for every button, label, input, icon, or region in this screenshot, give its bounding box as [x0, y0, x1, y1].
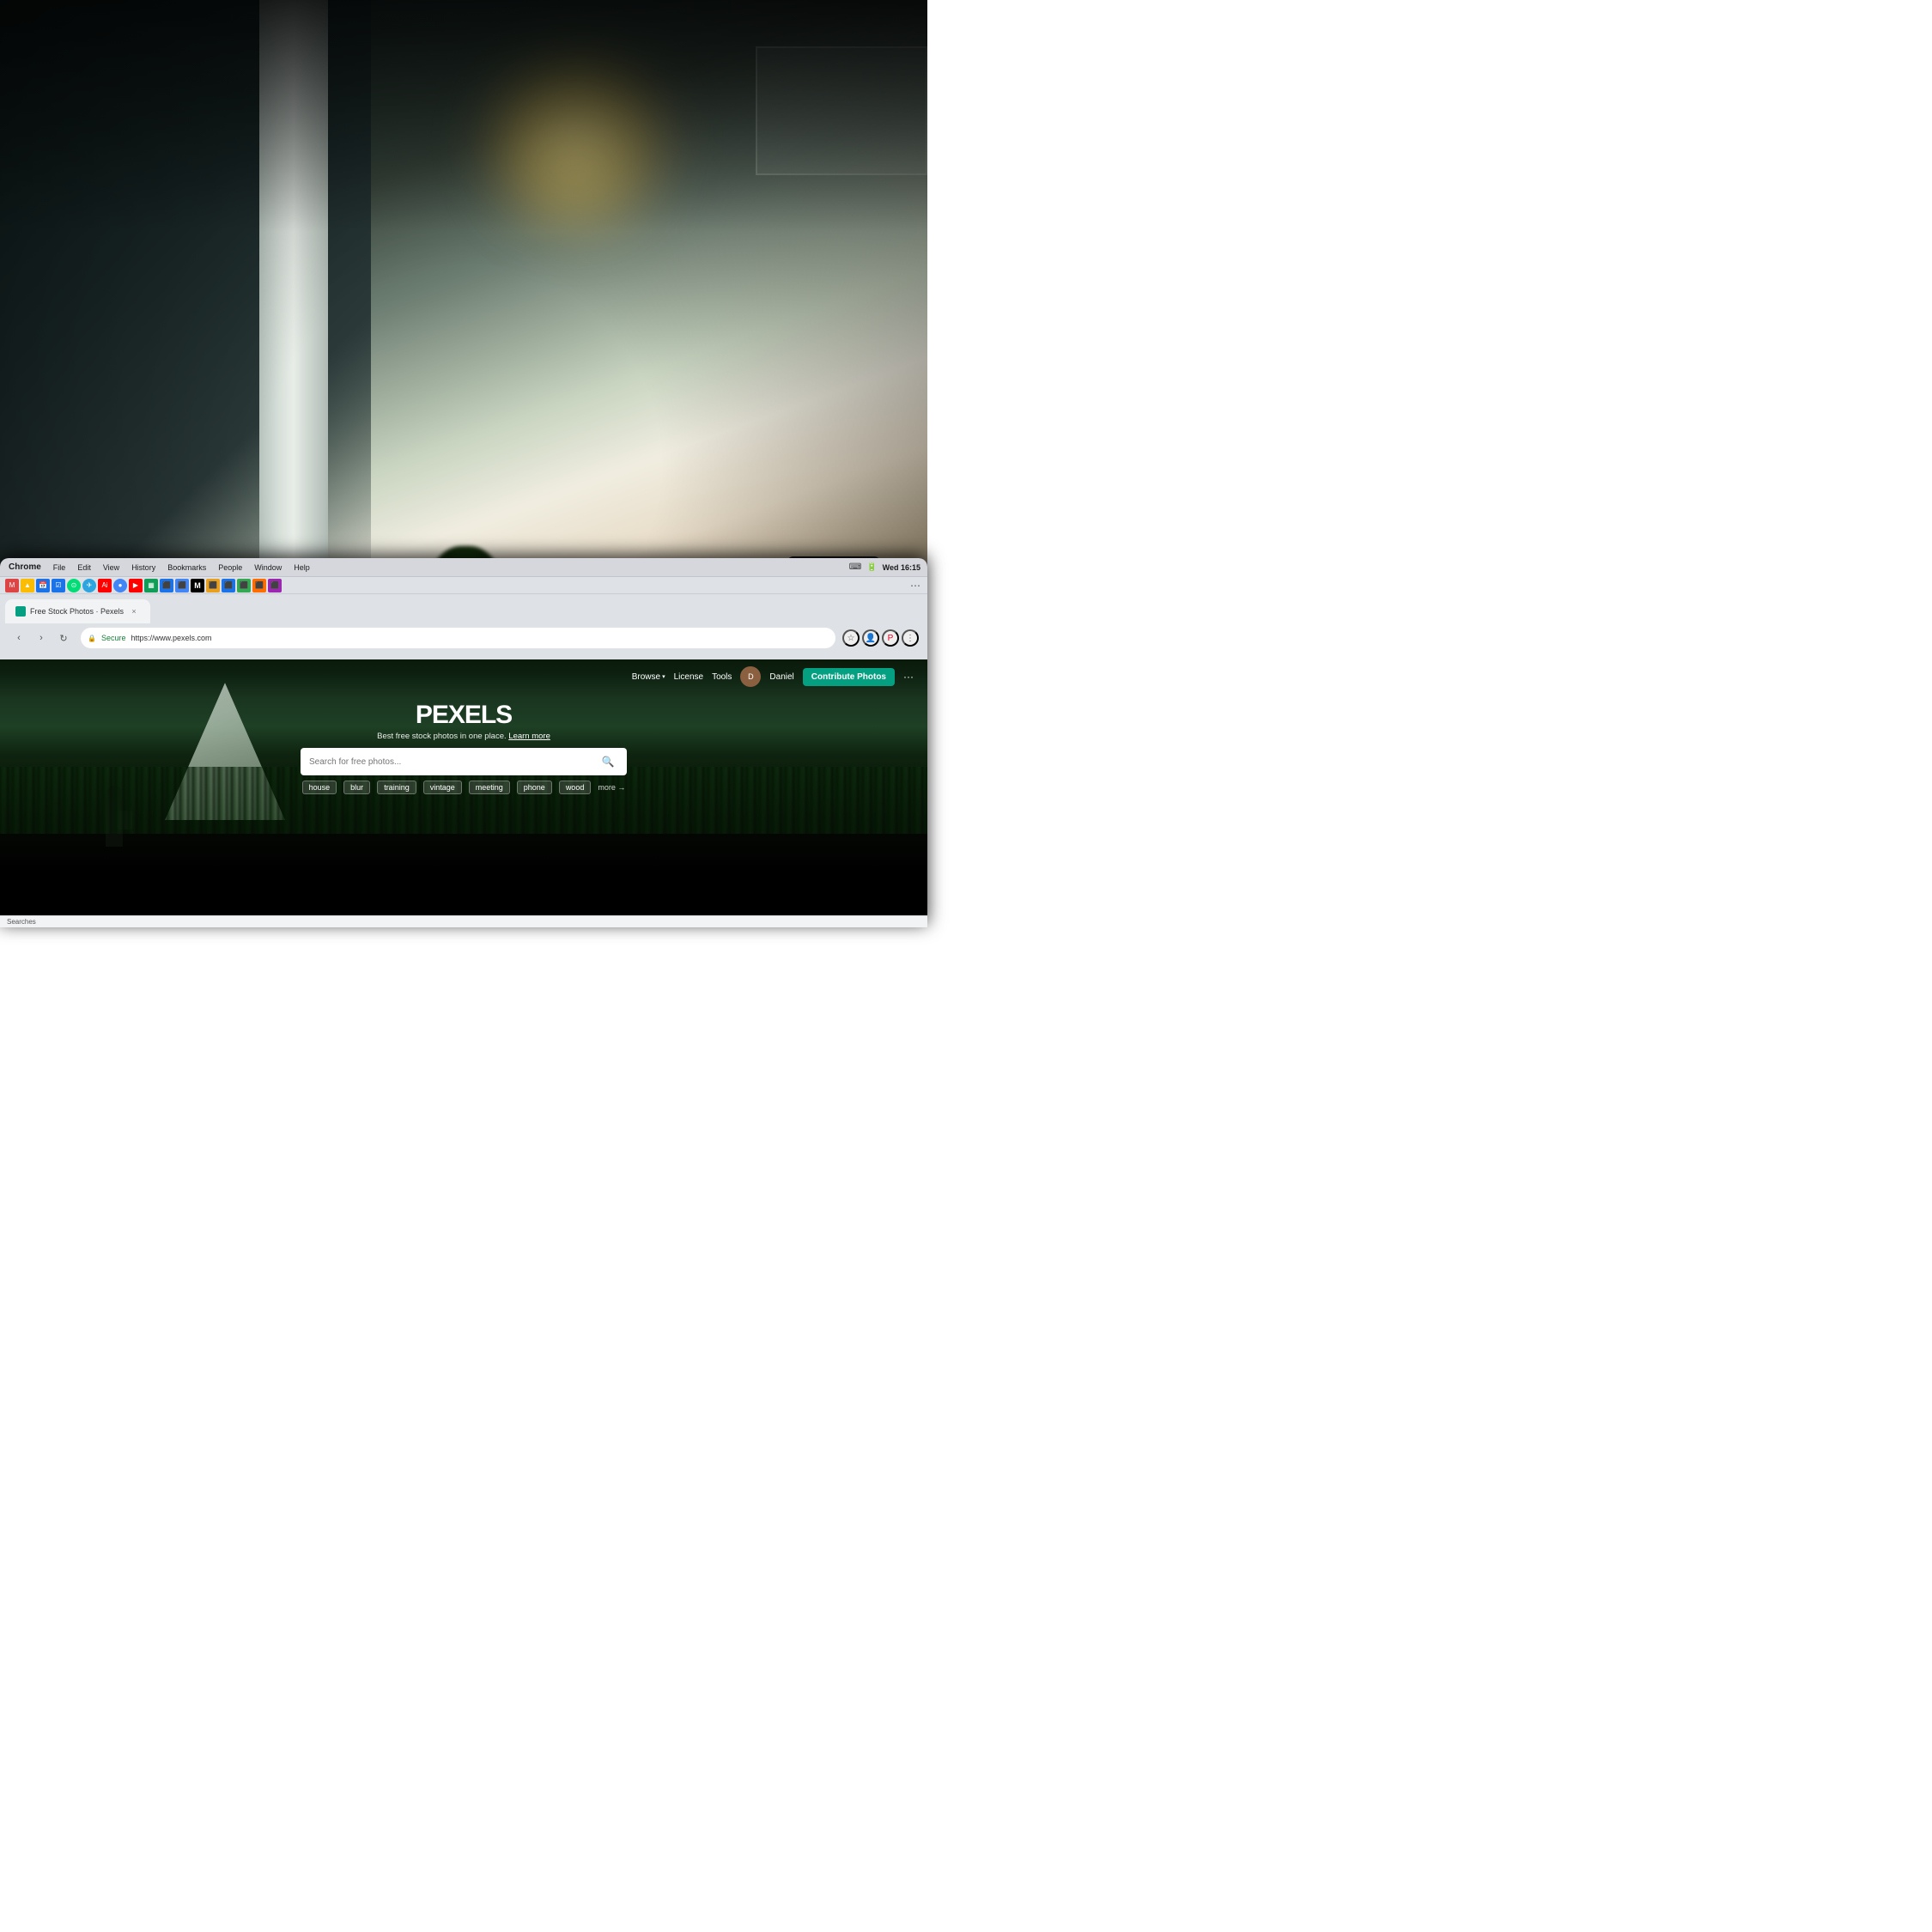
suggestion-meeting[interactable]: meeting: [469, 781, 510, 794]
secure-label: Secure: [100, 634, 128, 642]
search-submit-button[interactable]: 🔍: [598, 751, 618, 772]
tagline-text: Best free stock photos in one place.: [377, 732, 507, 741]
profile-button[interactable]: 👤: [862, 629, 879, 647]
status-bar: Searches: [0, 915, 927, 927]
refresh-button[interactable]: ↻: [53, 628, 74, 648]
menu-bookmarks[interactable]: Bookmarks: [166, 563, 208, 572]
extension-icons-bar: M ▲ 📅 ☑ ⊙ ✈ Ai ● ▶ ▦ ⬛ ⬛ M ⬛ ⬛ ⬛ ⬛ ⬛ ⋯: [0, 577, 927, 594]
ext-13[interactable]: ⬛: [237, 579, 251, 592]
browser-tabs-row: Free Stock Photos · Pexels ×: [5, 598, 922, 623]
pexels-website: Browse ▾ License Tools D Daniel Contribu…: [0, 659, 927, 927]
suggestions-more-link[interactable]: more →: [598, 783, 625, 792]
browser-toolbar: ‹ › ↻ 🔒 Secure https://www.pexels.com ☆ …: [5, 623, 922, 653]
medium-ext-icon[interactable]: M: [191, 579, 204, 592]
pexels-nav: Browse ▾ License Tools D Daniel Contribu…: [0, 659, 927, 694]
menu-window[interactable]: Window: [252, 563, 283, 572]
ext-12[interactable]: ⬛: [222, 579, 235, 592]
suggestion-house[interactable]: house: [302, 781, 337, 794]
menu-view[interactable]: View: [101, 563, 121, 572]
toolbar-icons: ☆ 👤 P ⋮: [842, 629, 919, 647]
suggestion-vintage[interactable]: vintage: [423, 781, 462, 794]
hero-content: PEXELS Best free stock photos in one pla…: [0, 694, 927, 741]
url-text: https://www.pexels.com: [131, 634, 212, 642]
user-avatar[interactable]: D: [740, 666, 761, 687]
browse-chevron-icon: ▾: [662, 673, 665, 680]
suggestion-training[interactable]: training: [377, 781, 416, 794]
contribute-photos-button[interactable]: Contribute Photos: [803, 668, 895, 686]
menubar-right: ⌨ 🔋 Wed 16:15: [849, 562, 920, 572]
nav-buttons: ‹ › ↻: [9, 628, 74, 648]
browse-link: Browse: [632, 672, 660, 682]
wifi-icon: ⌨: [849, 562, 861, 572]
browse-nav-item[interactable]: Browse ▾: [632, 672, 665, 682]
menu-help[interactable]: Help: [292, 563, 312, 572]
status-text: Searches: [7, 918, 36, 926]
suggestion-phone[interactable]: phone: [517, 781, 552, 794]
pexels-logo: PEXELS: [416, 701, 512, 730]
tab-close-button[interactable]: ×: [128, 605, 140, 617]
more-label: more →: [598, 783, 625, 792]
bookmark-button[interactable]: ☆: [842, 629, 860, 647]
sheets-ext-icon[interactable]: ▦: [144, 579, 158, 592]
todo-ext-icon[interactable]: ☑: [52, 579, 65, 592]
telegram-ext-icon[interactable]: ✈: [82, 579, 96, 592]
battery-icon: 🔋: [866, 562, 877, 572]
back-button[interactable]: ‹: [9, 628, 29, 648]
top-dark: [0, 0, 927, 232]
chrome-ext1[interactable]: ●: [113, 579, 127, 592]
adobe-ext-icon[interactable]: Ai: [98, 579, 112, 592]
license-link[interactable]: License: [674, 672, 703, 682]
ext-8[interactable]: ⬛: [160, 579, 173, 592]
forward-button[interactable]: ›: [31, 628, 52, 648]
vpn-ext-icon[interactable]: ⊙: [67, 579, 81, 592]
suggestion-wood[interactable]: wood: [559, 781, 592, 794]
menubar-left: Chrome File Edit View History Bookmarks …: [7, 562, 849, 572]
ext-11[interactable]: ⬛: [206, 579, 220, 592]
app-name-menu[interactable]: Chrome: [7, 562, 43, 572]
pinterest-button[interactable]: P: [882, 629, 899, 647]
secure-icon: 🔒: [88, 635, 96, 642]
address-bar[interactable]: 🔒 Secure https://www.pexels.com: [81, 628, 835, 648]
clock: Wed 16:15: [883, 563, 920, 572]
ext-14[interactable]: ⬛: [252, 579, 266, 592]
menu-file[interactable]: File: [52, 563, 68, 572]
ext-9[interactable]: ⬛: [175, 579, 189, 592]
menu-edit[interactable]: Edit: [76, 563, 93, 572]
gmail-ext-icon[interactable]: M: [5, 579, 19, 592]
menu-history[interactable]: History: [130, 563, 157, 572]
tab-title: Free Stock Photos · Pexels: [30, 607, 124, 616]
tools-link[interactable]: Tools: [712, 672, 732, 682]
more-button[interactable]: ⋮: [902, 629, 919, 647]
browser-chrome: Free Stock Photos · Pexels × ‹ › ↻ 🔒 Sec…: [0, 594, 927, 659]
search-input[interactable]: [309, 757, 591, 767]
screen-bezel: Chrome File Edit View History Bookmarks …: [0, 558, 927, 927]
menu-people[interactable]: People: [216, 563, 244, 572]
search-bar[interactable]: 🔍: [301, 748, 627, 775]
drive-ext-icon[interactable]: ▲: [21, 579, 34, 592]
tagline: Best free stock photos in one place. Lea…: [377, 732, 550, 741]
active-tab[interactable]: Free Stock Photos · Pexels ×: [5, 599, 150, 623]
suggestion-blur[interactable]: blur: [343, 781, 370, 794]
search-suggestions: house blur training vintage meeting phon…: [302, 781, 626, 794]
learn-more-link[interactable]: Learn more: [508, 732, 550, 741]
mac-menubar: Chrome File Edit View History Bookmarks …: [0, 558, 927, 577]
youtube-ext-icon[interactable]: ▶: [129, 579, 143, 592]
search-container: 🔍 house blur training vintage meeting ph…: [0, 748, 927, 794]
tab-favicon: [15, 606, 26, 617]
ext-15[interactable]: ⬛: [268, 579, 282, 592]
nav-more-button[interactable]: ···: [903, 671, 914, 683]
extensions-menu[interactable]: ⋯: [908, 579, 922, 592]
username-label[interactable]: Daniel: [769, 672, 793, 682]
calendar-ext-icon[interactable]: 📅: [36, 579, 50, 592]
